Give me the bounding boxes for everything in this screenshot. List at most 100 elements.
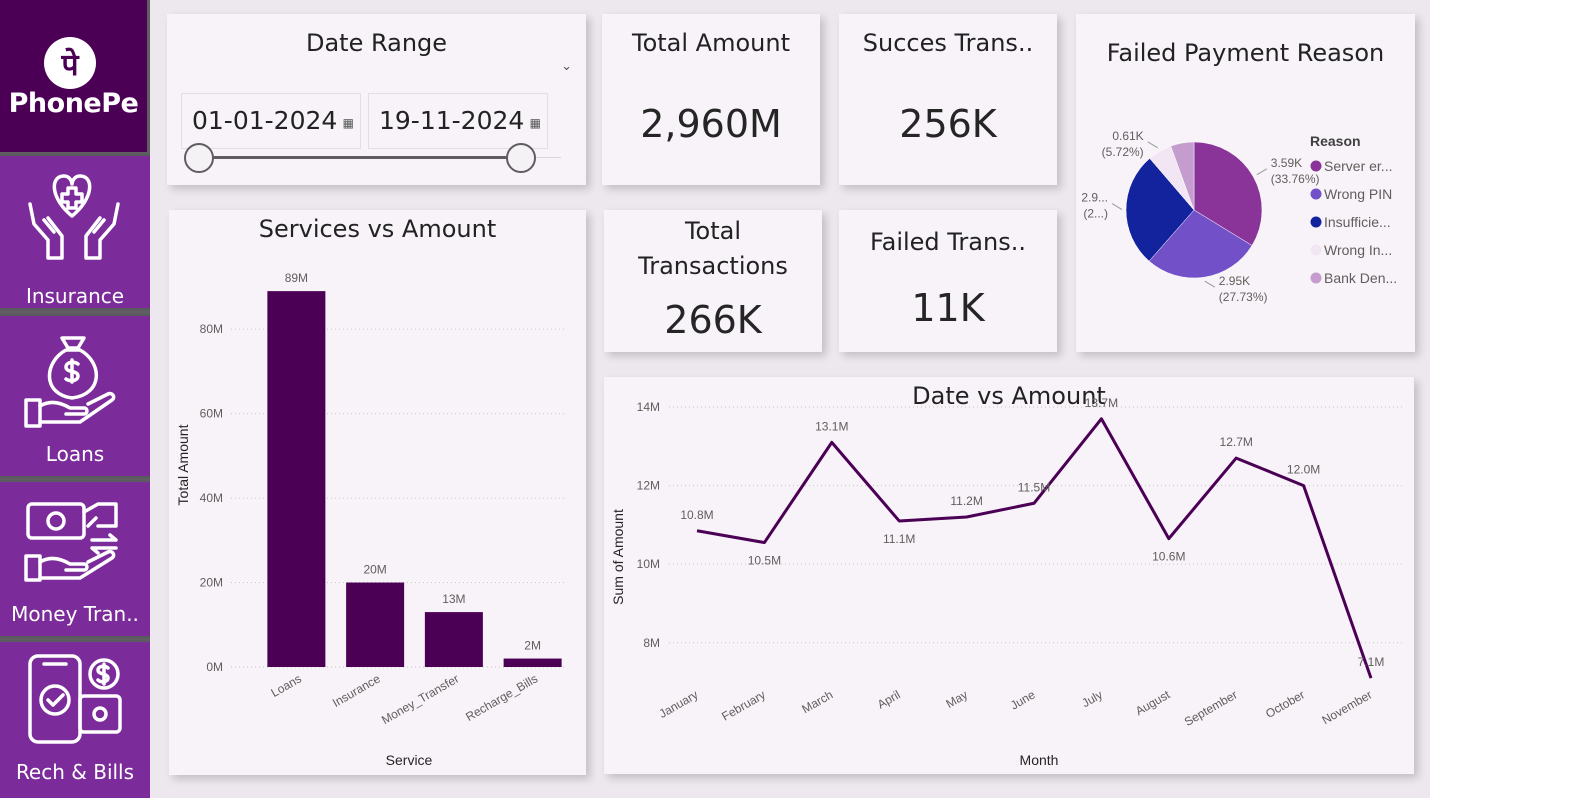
line-data-label: 11.5M <box>1018 480 1050 494</box>
sidebar-item-label: Loans <box>45 442 105 466</box>
bar <box>346 582 405 667</box>
line-series <box>696 417 1373 679</box>
legend-item: Wrong PIN <box>1324 186 1392 202</box>
x-tick-label: Money_Transfer <box>379 671 461 727</box>
insurance-hands-heart-icon <box>28 174 120 260</box>
line-data-label: 7.1M <box>1358 655 1385 669</box>
failed-transactions-card: Failed Trans.. 11K <box>839 210 1057 352</box>
sidebar-item-recharge-bills[interactable]: Rech & Bills <box>0 640 150 798</box>
bar-data-label: 2M <box>524 639 541 653</box>
pie-leader-line <box>1256 168 1268 176</box>
legend-marker <box>1310 188 1322 200</box>
y-tick-label: 14M <box>637 400 660 414</box>
x-tick-label: Recharge_Bills <box>463 671 540 723</box>
end-date-value: 19-11-2024 <box>379 106 525 135</box>
bar-chart: 0M 20M 40M 60M 80M 89M Loans 20M Insurance 13M Mon… <box>175 271 566 768</box>
legend-title: Reason <box>1310 133 1361 149</box>
x-tick-label: January <box>657 687 701 720</box>
sidebar-item-label: Rech & Bills <box>15 760 135 784</box>
sidebar-item-loans[interactable]: Loans <box>0 314 150 478</box>
line-data-label: 13.7M <box>1085 396 1118 410</box>
x-tick-label: October <box>1263 687 1307 720</box>
legend-marker <box>1310 160 1322 172</box>
x-tick-label: April <box>875 687 903 711</box>
line-data-label: 11.2M <box>950 494 982 508</box>
x-tick-label: November <box>1320 687 1375 727</box>
legend-item: Bank Den... <box>1324 270 1397 286</box>
calendar-icon[interactable]: ▦ <box>343 116 354 130</box>
x-tick-label: March <box>799 687 835 716</box>
kpi-value: 2,960M <box>640 102 782 146</box>
bar <box>424 612 483 667</box>
legend-item: Server er... <box>1324 158 1392 174</box>
total-amount-card: Total Amount 2,960M <box>602 14 820 185</box>
phone-bills-icon <box>28 654 122 744</box>
line-data-label: 12.0M <box>1287 463 1320 477</box>
end-date-input[interactable]: 19-11-2024 ▦ <box>368 93 548 149</box>
slider-start-handle[interactable] <box>184 143 214 173</box>
kpi-label: Total Amount <box>632 29 790 57</box>
brand-name: PhonePe <box>8 88 139 119</box>
x-tick-label: June <box>1008 687 1038 712</box>
start-date-input[interactable]: 01-01-2024 ▦ <box>181 93 361 149</box>
failed-payment-reason-card: Failed Payment Reason 3.59K (33.76%) 2.95K… <box>1076 14 1415 352</box>
sidebar: पे PhonePe Insurance Loans Money Tran.. … <box>0 0 150 798</box>
sidebar-item-label: Insurance <box>25 284 125 308</box>
pie-data-label: 2.9... <box>1081 191 1108 205</box>
slider-track <box>199 156 521 159</box>
sidebar-item-insurance[interactable]: Insurance <box>0 154 150 310</box>
sidebar-item-label: Money Tran.. <box>11 602 139 626</box>
line-chart: 8M 10M 12M 14M 10.8M January 10.5M February 13.1… <box>610 396 1404 768</box>
total-transactions-card: Total Transactions 266K <box>604 210 822 352</box>
date-vs-amount-card: Date vs Amount 8M 10M 12M 14M 10.8M January 10… <box>604 377 1414 774</box>
kpi-value: 266K <box>664 298 762 342</box>
services-vs-amount-card: Services vs Amount 0M 20M 40M 60M 80M 89M Loan… <box>169 210 586 775</box>
pie-data-percent: (27.73%) <box>1219 290 1268 304</box>
y-tick-label: 0M <box>206 660 223 674</box>
x-tick-label: August <box>1133 687 1173 718</box>
pie-data-label: 2.95K <box>1219 274 1250 288</box>
line-data-label: 12.7M <box>1220 435 1253 449</box>
legend-marker <box>1310 272 1322 284</box>
line-data-label: 10.6M <box>1152 550 1185 564</box>
pie-leader-line <box>1147 141 1158 149</box>
x-tick-label: February <box>719 687 768 723</box>
x-tick-label: Insurance <box>330 671 383 710</box>
y-tick-label: 60M <box>200 407 223 421</box>
x-tick-label: May <box>943 687 970 710</box>
bar <box>503 658 562 667</box>
pie-data-percent: (5.72%) <box>1102 145 1144 159</box>
legend-item: Insufficie... <box>1324 214 1391 230</box>
line-data-label: 10.8M <box>680 508 713 522</box>
line-data-label: 11.1M <box>883 532 915 546</box>
pie-data-label: 0.61K <box>1112 129 1143 143</box>
y-tick-label: 40M <box>200 491 223 505</box>
start-date-value: 01-01-2024 <box>192 106 338 135</box>
pie-data-percent: (2...) <box>1083 207 1108 221</box>
money-transfer-icon <box>24 502 118 582</box>
chevron-down-icon[interactable]: ⌄ <box>561 58 572 74</box>
y-tick-label: 10M <box>637 557 660 571</box>
slider-end-handle[interactable] <box>506 143 536 173</box>
pie-chart: 3.59K (33.76%) 2.95K (27.73%) 2.9... (2...) 0.… <box>1081 129 1397 304</box>
phonepe-logo: पे PhonePe <box>0 0 147 152</box>
pie-leader-line <box>1111 203 1123 211</box>
calendar-icon[interactable]: ▦ <box>530 116 541 130</box>
pie-data-label: 3.59K <box>1271 156 1302 170</box>
kpi-label: Failed Trans.. <box>870 228 1026 256</box>
x-tick-label: September <box>1182 687 1240 728</box>
bar <box>267 291 326 667</box>
bar-data-label: 13M <box>442 592 465 606</box>
bar-data-label: 20M <box>363 563 386 577</box>
sidebar-item-money-transfer[interactable]: Money Tran.. <box>0 480 150 638</box>
y-tick-label: 20M <box>200 576 223 590</box>
line-data-label: 10.5M <box>748 554 781 568</box>
legend-item: Wrong In... <box>1324 242 1392 258</box>
kpi-label: Transactions <box>638 252 788 280</box>
slicer-title: Date Range <box>305 29 448 57</box>
pie-leader-line <box>1204 280 1216 288</box>
x-axis-title: Service <box>386 752 433 768</box>
kpi-value: 256K <box>899 102 997 146</box>
pie-data-percent: (33.76%) <box>1271 172 1320 186</box>
x-tick-label: July <box>1079 687 1104 710</box>
